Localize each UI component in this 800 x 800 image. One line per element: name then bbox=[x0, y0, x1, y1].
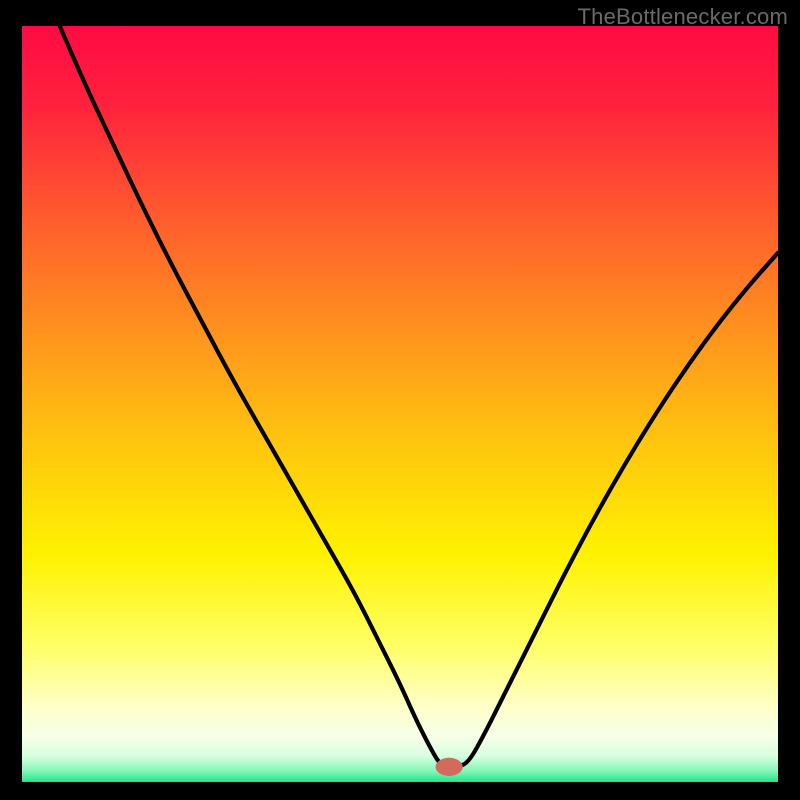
attribution-text: TheBottlenecker.com bbox=[578, 4, 788, 30]
optimum-marker bbox=[436, 758, 463, 776]
plot-area bbox=[22, 26, 778, 782]
chart-svg bbox=[22, 26, 778, 782]
chart-frame: TheBottlenecker.com bbox=[0, 0, 800, 800]
